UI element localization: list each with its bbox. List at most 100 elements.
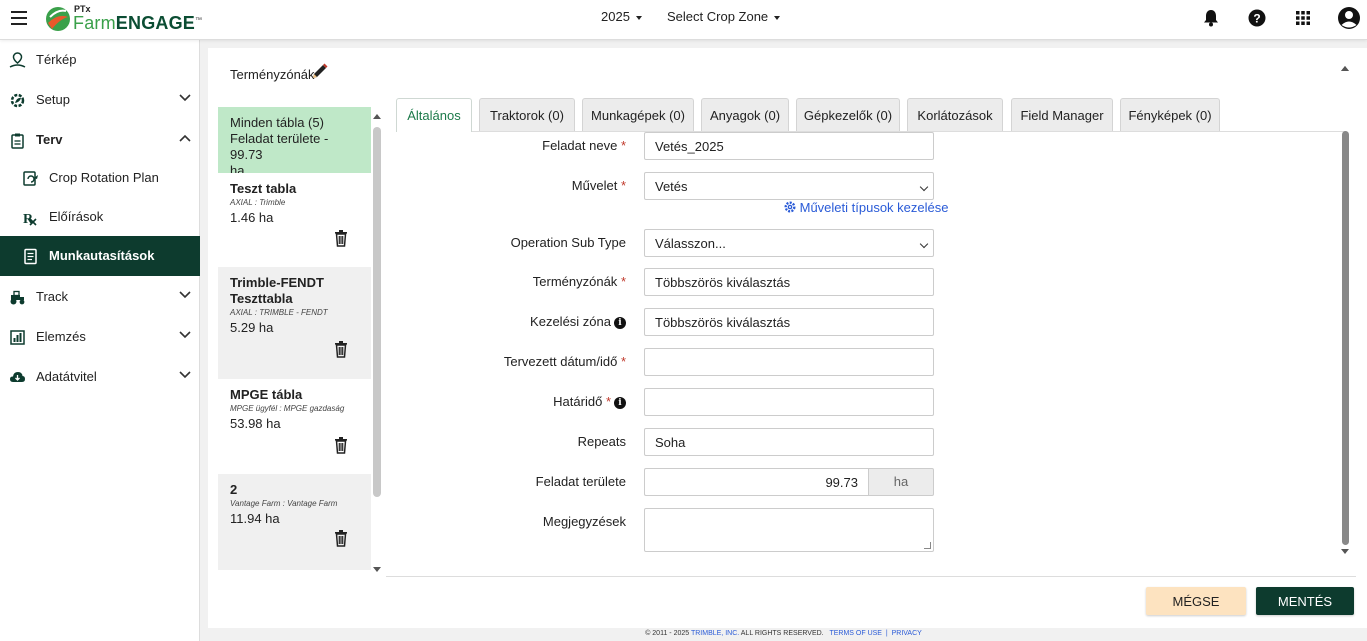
save-button[interactable]: MENTÉS xyxy=(1256,587,1354,615)
svg-text:?: ? xyxy=(1253,12,1260,26)
account-icon[interactable] xyxy=(1337,6,1361,30)
privacy-link[interactable]: PRIVACY xyxy=(892,630,922,637)
rotation-icon xyxy=(23,171,38,186)
trash-icon[interactable] xyxy=(333,340,349,358)
chevron-down-icon[interactable] xyxy=(179,331,191,339)
bell-icon[interactable] xyxy=(1201,8,1221,28)
footer: © 2011 - 2025 TRIMBLE, INC. ALL RIGHTS R… xyxy=(645,630,922,637)
tab-anyagok[interactable]: Anyagok (0) xyxy=(701,98,789,131)
scroll-down-icon[interactable] xyxy=(373,567,381,572)
scroll-up-icon[interactable] xyxy=(373,114,381,119)
divider xyxy=(386,576,1356,577)
sidebar-item-elemzes[interactable]: Elemzés xyxy=(0,317,200,357)
deadline-row: Határidő * i xyxy=(396,388,956,416)
field-item[interactable]: MPGE tábla MPGE ügyfél : MPGE gazdaság 5… xyxy=(218,379,371,474)
info-icon[interactable]: i xyxy=(614,397,626,409)
info-icon[interactable]: i xyxy=(614,317,626,329)
chevron-down-icon[interactable] xyxy=(179,371,191,379)
cloud-transfer-icon xyxy=(10,372,25,382)
resize-handle[interactable] xyxy=(924,542,931,549)
analysis-icon xyxy=(10,330,25,345)
sidebar-item-crop-rotation-plan[interactable]: Crop Rotation Plan xyxy=(0,158,200,198)
sidebar-item-setup[interactable]: Setup xyxy=(0,80,200,120)
field-list-scrollbar[interactable] xyxy=(373,107,383,577)
chevron-down-icon xyxy=(774,15,781,20)
tab-korlatozasok[interactable]: Korlátozások xyxy=(907,98,1003,131)
deadline-input[interactable] xyxy=(644,388,934,416)
crop-zones-title: Terményzónák xyxy=(230,67,315,82)
operation-select[interactable]: Vetés xyxy=(644,172,934,200)
sidebar-item-terv[interactable]: Terv xyxy=(0,120,200,160)
gear-leaf-icon xyxy=(10,93,25,108)
field-item[interactable]: 2 Vantage Farm : Vantage Farm 11.94 ha xyxy=(218,474,371,570)
notes-textarea[interactable] xyxy=(644,508,934,552)
notes-row: Megjegyzések xyxy=(396,508,956,552)
menu-icon[interactable] xyxy=(11,11,27,25)
task-name-row: Feladat neve * Vetés_2025 xyxy=(396,132,956,160)
sidebar-item-track[interactable]: Track xyxy=(0,277,200,317)
field-item[interactable]: Teszt tabla AXIAL : Trimble 1.46 ha xyxy=(218,173,371,262)
tab-bar: Általános Traktorok (0) Munkagépek (0) A… xyxy=(396,98,1346,132)
tab-field-manager[interactable]: Field Manager xyxy=(1011,98,1113,131)
sidebar-item-adatatvitel[interactable]: Adatátvitel xyxy=(0,357,200,397)
tab-gepkezelok[interactable]: Gépkezelők (0) xyxy=(796,98,900,131)
area-unit: ha xyxy=(868,468,934,496)
map-pin-icon xyxy=(9,52,26,68)
farmengage-logo[interactable]: PTx FarmENGAGE™ xyxy=(44,4,202,36)
repeats-row: Repeats Soha xyxy=(396,428,956,456)
crop-zone-select[interactable]: Select Crop Zone xyxy=(667,9,781,24)
form-scrollbar[interactable] xyxy=(1340,60,1352,560)
sidebar-item-munkautasitasok[interactable]: Munkautasítások xyxy=(0,236,200,276)
trimble-link[interactable]: TRIMBLE, INC. xyxy=(691,630,739,637)
top-bar: PTx FarmENGAGE™ 2025 Select Crop Zone ? xyxy=(0,0,1367,40)
sub-type-row: Operation Sub Type Válasszon... xyxy=(396,229,956,257)
svg-text:R: R xyxy=(23,212,34,226)
clipboard-icon xyxy=(11,133,24,149)
sidebar-item-eloirasok[interactable]: R Előírások xyxy=(0,197,200,237)
trash-icon[interactable] xyxy=(333,229,349,247)
logo-wordmark: FarmENGAGE™ xyxy=(73,13,203,33)
prescription-icon: R xyxy=(23,212,37,226)
help-icon[interactable]: ? xyxy=(1247,8,1267,28)
repeats-input[interactable]: Soha xyxy=(644,428,934,456)
logo-leaf-icon xyxy=(46,7,70,31)
sub-type-select[interactable]: Válasszon... xyxy=(644,229,934,257)
main-panel: Terményzónák Minden tábla (5) Feladat te… xyxy=(208,48,1367,628)
operation-row: Művelet * Vetés xyxy=(396,172,956,200)
field-item-all[interactable]: Minden tábla (5) Feladat területe - 99.7… xyxy=(218,107,371,178)
planned-date-input[interactable] xyxy=(644,348,934,376)
chevron-down-icon[interactable] xyxy=(179,291,191,299)
task-area-input[interactable]: 99.73 xyxy=(644,468,868,496)
tab-fenykepek[interactable]: Fényképek (0) xyxy=(1120,98,1220,131)
field-item[interactable]: 4 xyxy=(218,574,371,577)
cancel-button[interactable]: MÉGSE xyxy=(1146,587,1246,615)
scroll-up-icon[interactable] xyxy=(1341,66,1349,71)
pencil-icon[interactable] xyxy=(311,62,329,80)
gear-icon xyxy=(784,201,796,213)
scroll-down-icon[interactable] xyxy=(1341,549,1349,554)
field-item[interactable]: Trimble-FENDT Teszttabla AXIAL : TRIMBLE… xyxy=(218,267,371,379)
chevron-down-icon xyxy=(635,15,642,20)
planned-date-row: Tervezett dátum/idő * xyxy=(396,348,956,376)
sidebar-item-terkep[interactable]: Térkép xyxy=(0,40,200,80)
terms-link[interactable]: TERMS OF USE xyxy=(829,630,882,637)
year-select[interactable]: 2025 xyxy=(601,9,642,24)
task-name-input[interactable]: Vetés_2025 xyxy=(644,132,934,160)
scrollbar-thumb[interactable] xyxy=(373,127,381,497)
crop-zones-input[interactable]: Többszörös kiválasztás xyxy=(644,268,934,296)
management-zone-input[interactable]: Többszörös kiválasztás xyxy=(644,308,934,336)
chevron-up-icon[interactable] xyxy=(179,134,191,142)
tab-munkagepek[interactable]: Munkagépek (0) xyxy=(582,98,694,131)
task-area-row: Feladat területe 99.73 ha xyxy=(396,468,956,496)
manage-operation-types-link[interactable]: Műveleti típusok kezelése xyxy=(784,200,948,215)
apps-grid-icon[interactable] xyxy=(1293,8,1313,28)
trash-icon[interactable] xyxy=(333,529,349,547)
management-zone-row: Kezelési zóna i Többszörös kiválasztás xyxy=(396,308,956,336)
trash-icon[interactable] xyxy=(333,436,349,454)
scrollbar-thumb[interactable] xyxy=(1342,131,1349,545)
tab-traktorok[interactable]: Traktorok (0) xyxy=(479,98,575,131)
work-order-icon xyxy=(24,248,37,265)
sidebar: Térkép Setup Terv Crop Rotation Plan R E… xyxy=(0,40,200,641)
tab-altalanos[interactable]: Általános xyxy=(396,98,472,132)
chevron-down-icon[interactable] xyxy=(179,94,191,102)
